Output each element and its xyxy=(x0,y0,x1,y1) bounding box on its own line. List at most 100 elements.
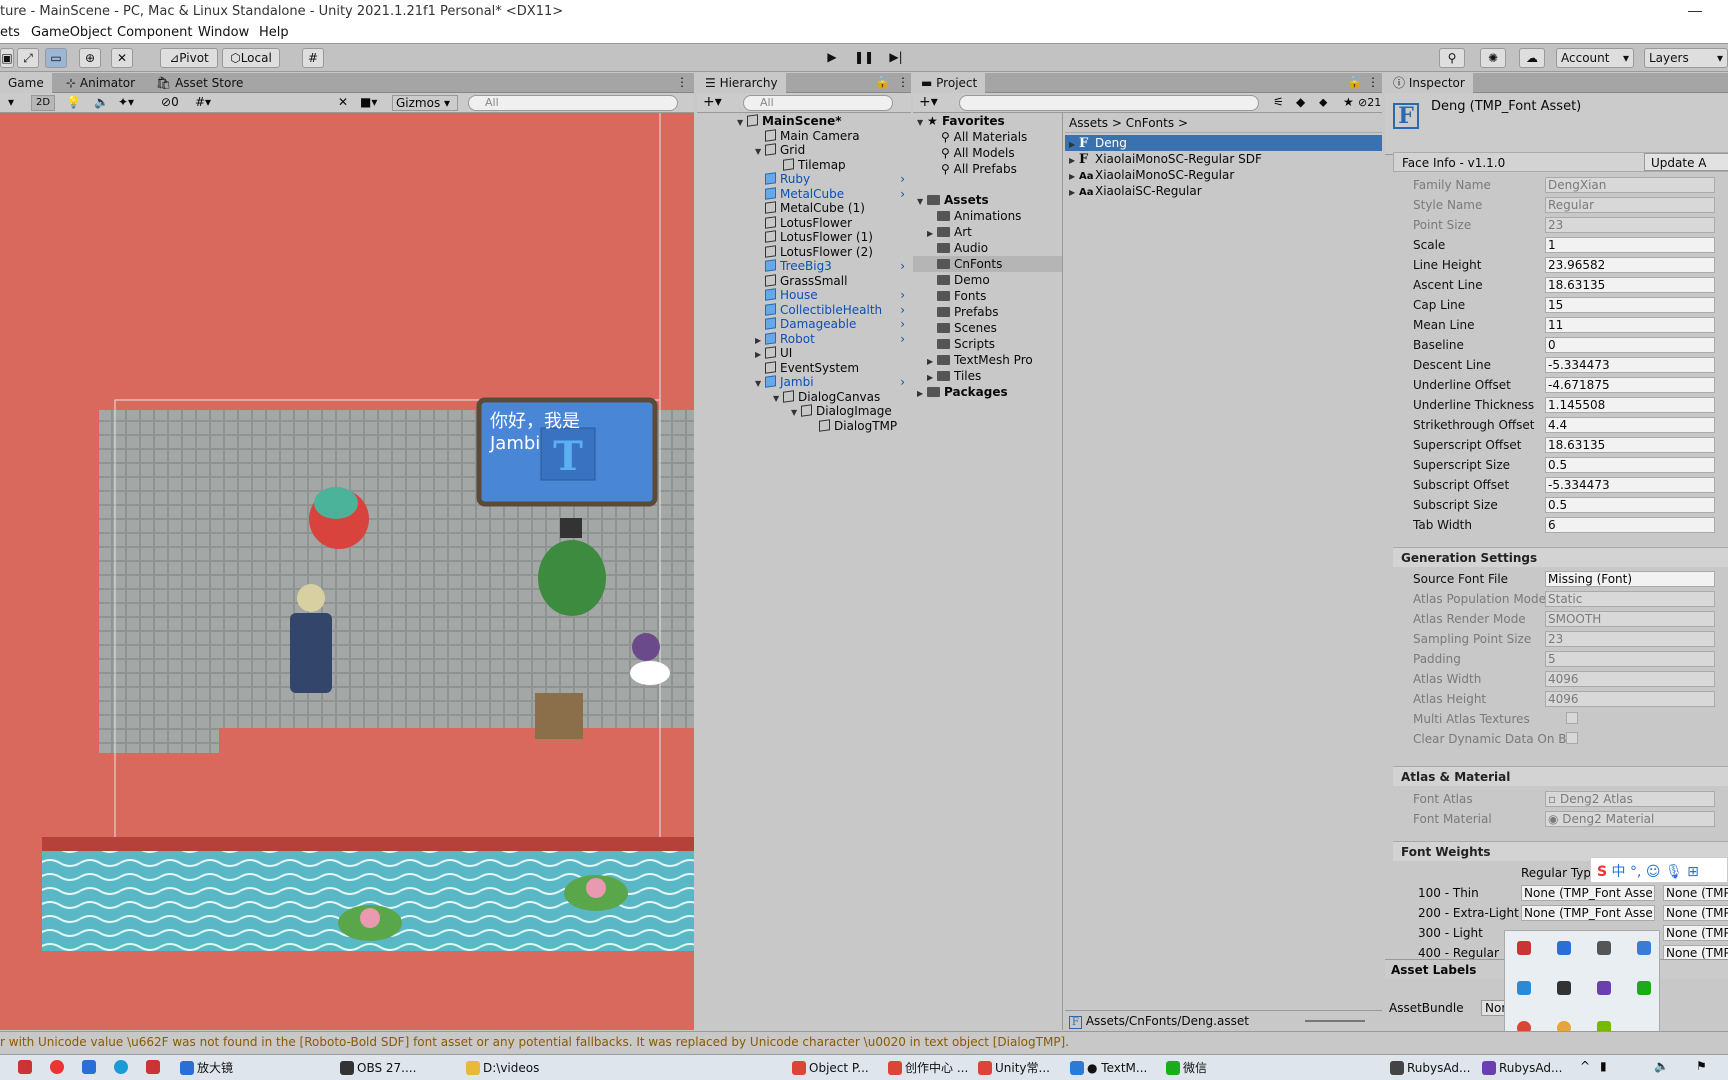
rect-transform-tool-button[interactable]: ▭ xyxy=(45,48,67,68)
clear-dynamic-checkbox[interactable] xyxy=(1566,732,1578,744)
grid-snap-button[interactable]: # xyxy=(302,48,324,68)
field-value[interactable]: DengXian xyxy=(1545,177,1715,193)
filter-icon[interactable]: ⚟ xyxy=(1273,95,1284,109)
rect-tool-button[interactable]: ▣ xyxy=(0,48,14,68)
field-value[interactable]: 1.145508 xyxy=(1545,397,1715,413)
lock-icon[interactable]: 🔒 xyxy=(875,75,890,89)
asset-file-item[interactable]: ▶ Aa XiaolaiMonoSC-Regular xyxy=(1065,167,1382,183)
tab-asset-store[interactable]: 🛍 Asset Store xyxy=(148,73,251,93)
weight-regular-field[interactable]: None (TMP_Font Asse xyxy=(1521,885,1655,901)
taskbar-app-button[interactable]: 创作中心 ... xyxy=(888,1059,968,1077)
collab-icon[interactable]: ✺ xyxy=(1480,48,1506,68)
tab-animator[interactable]: ⊹ Animator xyxy=(58,73,143,93)
folder-item[interactable]: CnFonts xyxy=(913,256,1062,272)
lighting-icon[interactable]: 💡 xyxy=(66,95,81,109)
effects-icon[interactable]: ✦▾ xyxy=(118,95,134,109)
taskbar-app-button[interactable]: 微信 xyxy=(1166,1059,1207,1077)
tray-app-icon[interactable] xyxy=(1517,941,1531,955)
field-value[interactable]: 4096 xyxy=(1545,691,1715,707)
audio-icon[interactable]: 🔈 xyxy=(94,95,109,109)
folder-item[interactable]: Animations xyxy=(913,208,1062,224)
add-object-button[interactable]: +▾ xyxy=(703,94,722,110)
field-value[interactable]: 5 xyxy=(1545,651,1715,667)
font-atlas-field[interactable]: ▫ Deng2 Atlas xyxy=(1545,791,1715,807)
type-filter-icon[interactable]: ◆ xyxy=(1296,95,1305,109)
wechat-icon[interactable] xyxy=(1637,981,1651,995)
favorite-icon[interactable]: ★ xyxy=(1343,95,1354,109)
pause-button[interactable]: ❚❚ xyxy=(851,48,877,68)
unity-icon[interactable] xyxy=(1557,981,1571,995)
favorite-item[interactable]: ⚲ All Prefabs xyxy=(913,161,1062,177)
lock-icon[interactable]: 🔒 xyxy=(1347,75,1362,89)
field-value[interactable]: 6 xyxy=(1545,517,1715,533)
field-value[interactable]: -4.671875 xyxy=(1545,377,1715,393)
more-menu-icon[interactable]: ⋮ xyxy=(676,75,688,89)
folder-item[interactable]: Scripts xyxy=(913,336,1062,352)
field-value[interactable]: -5.334473 xyxy=(1545,357,1715,373)
more-menu-icon[interactable]: ⋮ xyxy=(1367,75,1379,89)
weight-italic-field[interactable]: None (TMP xyxy=(1663,885,1728,901)
field-value[interactable]: Static xyxy=(1545,591,1715,607)
field-value[interactable]: SMOOTH xyxy=(1545,611,1715,627)
folder-item[interactable]: ▶ TextMesh Pro xyxy=(913,352,1062,368)
packages-header[interactable]: ▶ Packages xyxy=(913,384,1062,400)
field-value[interactable]: 18.63135 xyxy=(1545,437,1715,453)
field-value[interactable]: Missing (Font) xyxy=(1545,571,1715,587)
folder-item[interactable]: ▶ Art xyxy=(913,224,1062,240)
weight-italic-field[interactable]: None (TMP xyxy=(1663,925,1728,941)
tab-game[interactable]: Game xyxy=(0,73,52,93)
custom-tool-button[interactable]: ✕ xyxy=(111,48,133,68)
favorite-item[interactable]: ⚲ All Materials xyxy=(913,129,1062,145)
hidden-count[interactable]: ⊘21 xyxy=(1358,96,1381,109)
hierarchy-search-input[interactable]: All xyxy=(743,95,893,111)
asset-file-item[interactable]: ▶ F Deng xyxy=(1065,135,1382,151)
tray-app-icon[interactable] xyxy=(1637,941,1651,955)
field-value[interactable]: 1 xyxy=(1545,237,1715,253)
folder-item[interactable]: Scenes xyxy=(913,320,1062,336)
minimize-icon[interactable] xyxy=(1688,2,1702,12)
folder-item[interactable]: Demo xyxy=(913,272,1062,288)
taskbar-app-button[interactable]: Unity常... xyxy=(978,1059,1050,1077)
scene-view[interactable]: T 你好，我是 Jambi xyxy=(0,113,694,1030)
field-value[interactable]: 4096 xyxy=(1545,671,1715,687)
bing-icon[interactable] xyxy=(1517,981,1531,995)
taskbar-app-button[interactable]: 放大镜 xyxy=(180,1059,233,1077)
menu-assets[interactable]: ets xyxy=(0,25,20,40)
tools-icon[interactable]: ✕ xyxy=(338,95,348,109)
scale-tool-button[interactable]: ⤢ xyxy=(17,48,39,68)
atlas-material-header[interactable]: Atlas & Material xyxy=(1393,766,1728,786)
folder-item[interactable]: Prefabs xyxy=(913,304,1062,320)
tab-inspector[interactable]: ⓘ Inspector xyxy=(1385,73,1473,93)
vs-icon[interactable] xyxy=(1597,981,1611,995)
play-button[interactable]: ▶ xyxy=(819,48,845,68)
transform-tool-button[interactable]: ⊕ xyxy=(79,48,101,68)
field-value[interactable]: 0 xyxy=(1545,337,1715,353)
folder-item[interactable]: Fonts xyxy=(913,288,1062,304)
taskbar-app-button[interactable]: RubysAd... xyxy=(1482,1059,1562,1077)
taskbar-app-button[interactable]: Object P... xyxy=(792,1059,869,1077)
font-material-field[interactable]: ◉ Deng2 Material xyxy=(1545,811,1715,827)
step-button[interactable]: ▶| xyxy=(883,48,909,68)
generation-settings-header[interactable]: Generation Settings xyxy=(1393,547,1728,567)
tab-project[interactable]: ▬ Project xyxy=(913,73,986,93)
field-value[interactable]: 23 xyxy=(1545,631,1715,647)
update-atlas-button[interactable]: Update A xyxy=(1644,153,1728,171)
field-value[interactable]: 15 xyxy=(1545,297,1715,313)
folder-item[interactable]: ▶ Tiles xyxy=(913,368,1062,384)
pinned-app-icon[interactable] xyxy=(146,1060,160,1074)
pinned-app-icon[interactable] xyxy=(82,1060,96,1074)
cloud-icon[interactable]: ☁ xyxy=(1519,48,1545,68)
weight-italic-field[interactable]: None (TMP xyxy=(1663,905,1728,921)
project-search-input[interactable] xyxy=(959,95,1259,111)
more-menu-icon[interactable]: ⋮ xyxy=(897,75,909,89)
console-status[interactable]: r with Unicode value \u662F was not foun… xyxy=(0,1031,1728,1053)
menu-window[interactable]: Window xyxy=(198,25,249,40)
pinned-app-icon[interactable] xyxy=(18,1060,32,1074)
weight-regular-field[interactable]: None (TMP_Font Asse xyxy=(1521,905,1655,921)
hierarchy-item[interactable]: DialogTMP xyxy=(697,418,911,434)
create-asset-button[interactable]: +▾ xyxy=(919,94,938,110)
layers-dropdown[interactable]: Layers ▾ xyxy=(1644,48,1728,68)
menu-component[interactable]: Component xyxy=(117,25,192,40)
taskbar-app-button[interactable]: D:\videos xyxy=(466,1059,539,1077)
tray-app-icon[interactable] xyxy=(1597,941,1611,955)
